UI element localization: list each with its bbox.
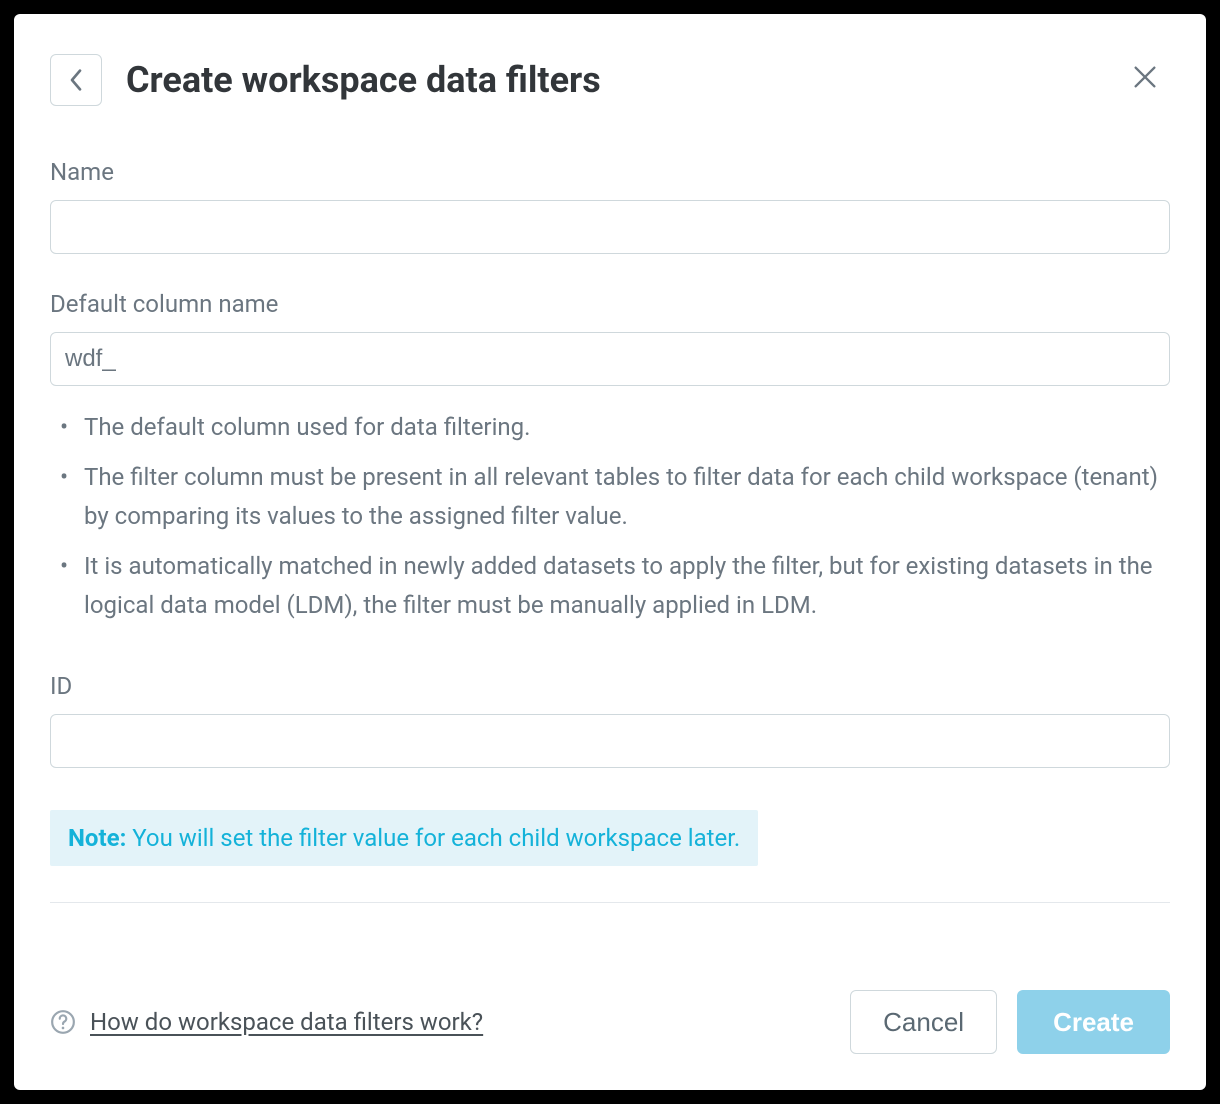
footer-buttons: Cancel Create — [850, 990, 1170, 1054]
cancel-button[interactable]: Cancel — [850, 990, 997, 1054]
help-icon — [50, 1009, 76, 1035]
id-label: ID — [50, 672, 1170, 700]
close-icon — [1131, 63, 1159, 91]
note-container: Note: You will set the filter value for … — [50, 804, 1170, 866]
dialog-title: Create workspace data filters — [126, 59, 601, 101]
name-input[interactable] — [50, 200, 1170, 254]
create-button[interactable]: Create — [1017, 990, 1170, 1054]
note-box: Note: You will set the filter value for … — [50, 810, 758, 866]
id-field-group: ID — [50, 672, 1170, 768]
column-name-field-group: Default column name The default column u… — [50, 290, 1170, 636]
help-link[interactable]: How do workspace data filters work? — [50, 1008, 483, 1036]
help-link-text: How do workspace data filters work? — [90, 1008, 483, 1036]
chevron-left-icon — [69, 68, 83, 92]
dialog-footer: How do workspace data filters work? Canc… — [50, 960, 1170, 1054]
helper-item: The default column used for data filteri… — [50, 408, 1170, 446]
helper-item: It is automatically matched in newly add… — [50, 547, 1170, 624]
close-button[interactable] — [1128, 60, 1162, 94]
id-input[interactable] — [50, 714, 1170, 768]
note-label: Note: — [68, 824, 126, 852]
column-name-input[interactable] — [50, 332, 1170, 386]
helper-item: The filter column must be present in all… — [50, 458, 1170, 535]
create-workspace-filters-dialog: Create workspace data filters Name Defau… — [14, 14, 1206, 1090]
column-name-label: Default column name — [50, 290, 1170, 318]
column-name-helpers: The default column used for data filteri… — [50, 408, 1170, 624]
name-field-group: Name — [50, 158, 1170, 254]
dialog-header: Create workspace data filters — [50, 54, 1170, 106]
divider — [50, 902, 1170, 903]
name-label: Name — [50, 158, 1170, 186]
back-button[interactable] — [50, 54, 102, 106]
note-text: You will set the filter value for each c… — [126, 824, 740, 852]
